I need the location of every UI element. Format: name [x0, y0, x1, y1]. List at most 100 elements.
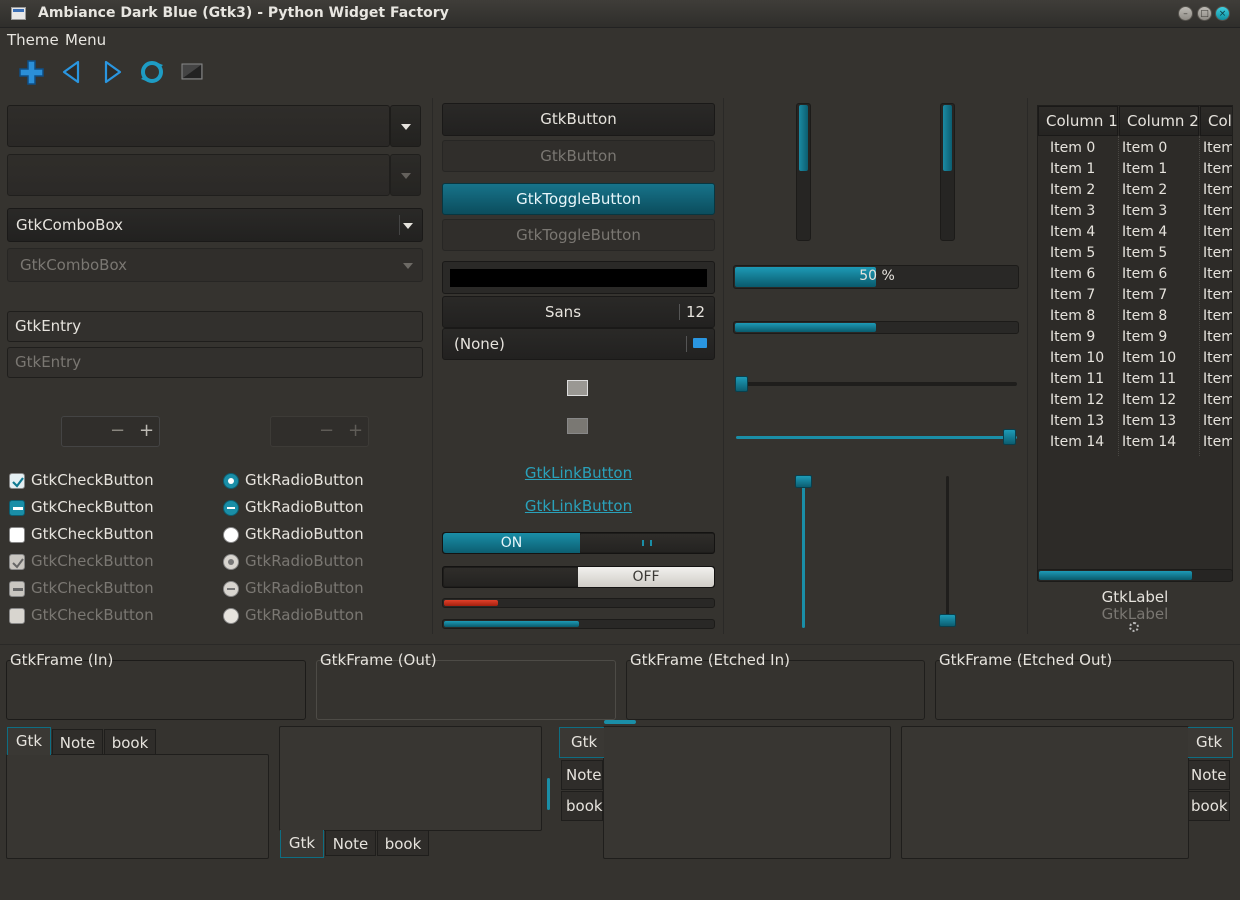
vscale-trough[interactable] — [946, 476, 949, 620]
tree-cell[interactable]: Item 2 — [1203, 180, 1232, 201]
tree-cell[interactable]: Item 14 — [1203, 432, 1232, 453]
tree-cell[interactable]: Item 11 — [1050, 369, 1104, 390]
tree-cell[interactable]: Item 10 — [1203, 348, 1232, 369]
tab-gtk[interactable]: Gtk — [7, 727, 51, 755]
tree-cell[interactable]: Item 6 — [1203, 264, 1232, 285]
tree-cell[interactable]: Item 12 — [1122, 390, 1176, 411]
forward-icon[interactable] — [98, 58, 128, 86]
radio-selected[interactable] — [223, 473, 239, 489]
maximize-icon[interactable]: □ — [1197, 6, 1212, 21]
menu-theme[interactable]: Theme — [7, 31, 59, 49]
tree-cell[interactable]: Item 9 — [1122, 327, 1167, 348]
tab-gtk[interactable]: Gtk — [559, 727, 604, 758]
tab-book[interactable]: book — [561, 791, 603, 821]
tree-cell[interactable]: Item 0 — [1122, 138, 1167, 159]
refresh-icon[interactable] — [138, 58, 168, 86]
tab-note[interactable]: Note — [561, 760, 603, 790]
tree-view[interactable]: Column 1 Column 2 Column 3 Item 0Item 0I… — [1037, 105, 1233, 581]
tree-cell[interactable]: Item 11 — [1203, 369, 1232, 390]
back-icon[interactable] — [58, 58, 88, 86]
vertical-scrollbar[interactable] — [796, 103, 811, 241]
tab-note[interactable]: Note — [52, 729, 103, 755]
tree-cell[interactable]: Item 4 — [1122, 222, 1167, 243]
tree-cell[interactable]: Item 3 — [1203, 201, 1232, 222]
tree-cell[interactable]: Item 7 — [1203, 285, 1232, 306]
column-header[interactable]: Column 1 — [1038, 106, 1118, 136]
column-header[interactable]: Column 2 — [1119, 106, 1199, 136]
pane-handle[interactable] — [604, 720, 636, 724]
tree-cell[interactable]: Item 9 — [1203, 327, 1232, 348]
tree-cell[interactable]: Item 1 — [1050, 159, 1095, 180]
tab-gtk[interactable]: Gtk — [280, 830, 324, 858]
tree-cell[interactable]: Item 3 — [1122, 201, 1167, 222]
tree-cell[interactable]: Item 6 — [1122, 264, 1167, 285]
tree-cell[interactable]: Item 9 — [1050, 327, 1095, 348]
tree-cell[interactable]: Item 13 — [1122, 411, 1176, 432]
tree-cell[interactable]: Item 5 — [1050, 243, 1095, 264]
vertical-scrollbar[interactable] — [940, 103, 955, 241]
tree-cell[interactable]: Item 5 — [1203, 243, 1232, 264]
tree-cell[interactable]: Item 8 — [1122, 306, 1167, 327]
radio-unselected[interactable] — [223, 527, 239, 543]
title-bar[interactable]: Ambiance Dark Blue (Gtk3) - Python Widge… — [0, 0, 1240, 28]
tree-cell[interactable]: Item 13 — [1050, 411, 1104, 432]
font-button[interactable]: Sans 12 — [442, 296, 715, 328]
plus-icon[interactable]: + — [139, 420, 154, 441]
hscale-trough[interactable] — [736, 436, 1017, 439]
tree-cell[interactable]: Item 5 — [1122, 243, 1167, 264]
combobox[interactable]: GtkComboBox — [7, 208, 423, 242]
tree-cell[interactable]: Item 12 — [1203, 390, 1232, 411]
tree-cell[interactable]: Item 0 — [1203, 138, 1232, 159]
radio-mixed[interactable] — [223, 500, 239, 516]
tree-cell[interactable]: Item 6 — [1050, 264, 1095, 285]
hscale-knob[interactable] — [735, 376, 748, 392]
hscale-knob[interactable] — [1003, 429, 1016, 445]
hscale-trough[interactable] — [736, 382, 1017, 386]
tab-book[interactable]: book — [377, 830, 429, 856]
tree-cell[interactable]: Item 14 — [1122, 432, 1176, 453]
vscale-knob[interactable] — [795, 475, 812, 488]
screen-icon[interactable] — [178, 58, 208, 86]
scrollbar-thumb[interactable] — [943, 105, 952, 171]
switch-on[interactable]: ON — [442, 532, 715, 554]
vscale-trough[interactable] — [802, 482, 805, 628]
spin-button[interactable]: − + — [61, 416, 160, 447]
color-button[interactable] — [442, 261, 715, 294]
tab-book[interactable]: book — [1188, 791, 1230, 821]
menu-menu[interactable]: Menu — [65, 31, 106, 49]
close-icon[interactable]: × — [1215, 6, 1230, 21]
horizontal-scrollbar[interactable] — [1037, 569, 1233, 582]
tree-cell[interactable]: Item 4 — [1050, 222, 1095, 243]
combo-dropdown-button[interactable] — [390, 105, 421, 147]
scrollbar-thumb[interactable] — [799, 105, 808, 171]
file-chooser-button[interactable]: (None) — [442, 328, 715, 360]
scrollbar-thumb[interactable] — [1039, 571, 1192, 580]
minus-icon[interactable]: − — [110, 420, 125, 441]
tree-cell[interactable]: Item 8 — [1203, 306, 1232, 327]
text-entry[interactable]: GtkEntry — [7, 311, 423, 342]
tree-cell[interactable]: Item 2 — [1122, 180, 1167, 201]
tab-note[interactable]: Note — [325, 830, 376, 856]
pane-handle[interactable] — [547, 778, 550, 810]
tree-cell[interactable]: Item 12 — [1050, 390, 1104, 411]
combo-entry[interactable] — [7, 105, 390, 147]
switch-off[interactable]: OFF — [442, 566, 715, 588]
switch-slider[interactable] — [444, 568, 578, 586]
tree-cell[interactable]: Item 10 — [1122, 348, 1176, 369]
tree-cell[interactable]: Item 1 — [1203, 159, 1232, 180]
toggle-button-active[interactable]: GtkToggleButton — [442, 183, 715, 215]
checkbox-checked[interactable] — [9, 473, 25, 489]
tree-cell[interactable]: Item 3 — [1050, 201, 1095, 222]
add-icon[interactable] — [17, 58, 47, 86]
switch-slider[interactable] — [580, 534, 714, 552]
tree-cell[interactable]: Item 1 — [1122, 159, 1167, 180]
tree-cell[interactable]: Item 14 — [1050, 432, 1104, 453]
link-button[interactable]: GtkLinkButton — [442, 497, 715, 515]
tree-cell[interactable]: Item 7 — [1050, 285, 1095, 306]
column-header[interactable]: Column 3 — [1200, 106, 1232, 136]
link-button[interactable]: GtkLinkButton — [442, 464, 715, 482]
tree-cell[interactable]: Item 8 — [1050, 306, 1095, 327]
vscale-knob[interactable] — [939, 614, 956, 627]
tree-cell[interactable]: Item 2 — [1050, 180, 1095, 201]
tree-cell[interactable]: Item 13 — [1203, 411, 1232, 432]
